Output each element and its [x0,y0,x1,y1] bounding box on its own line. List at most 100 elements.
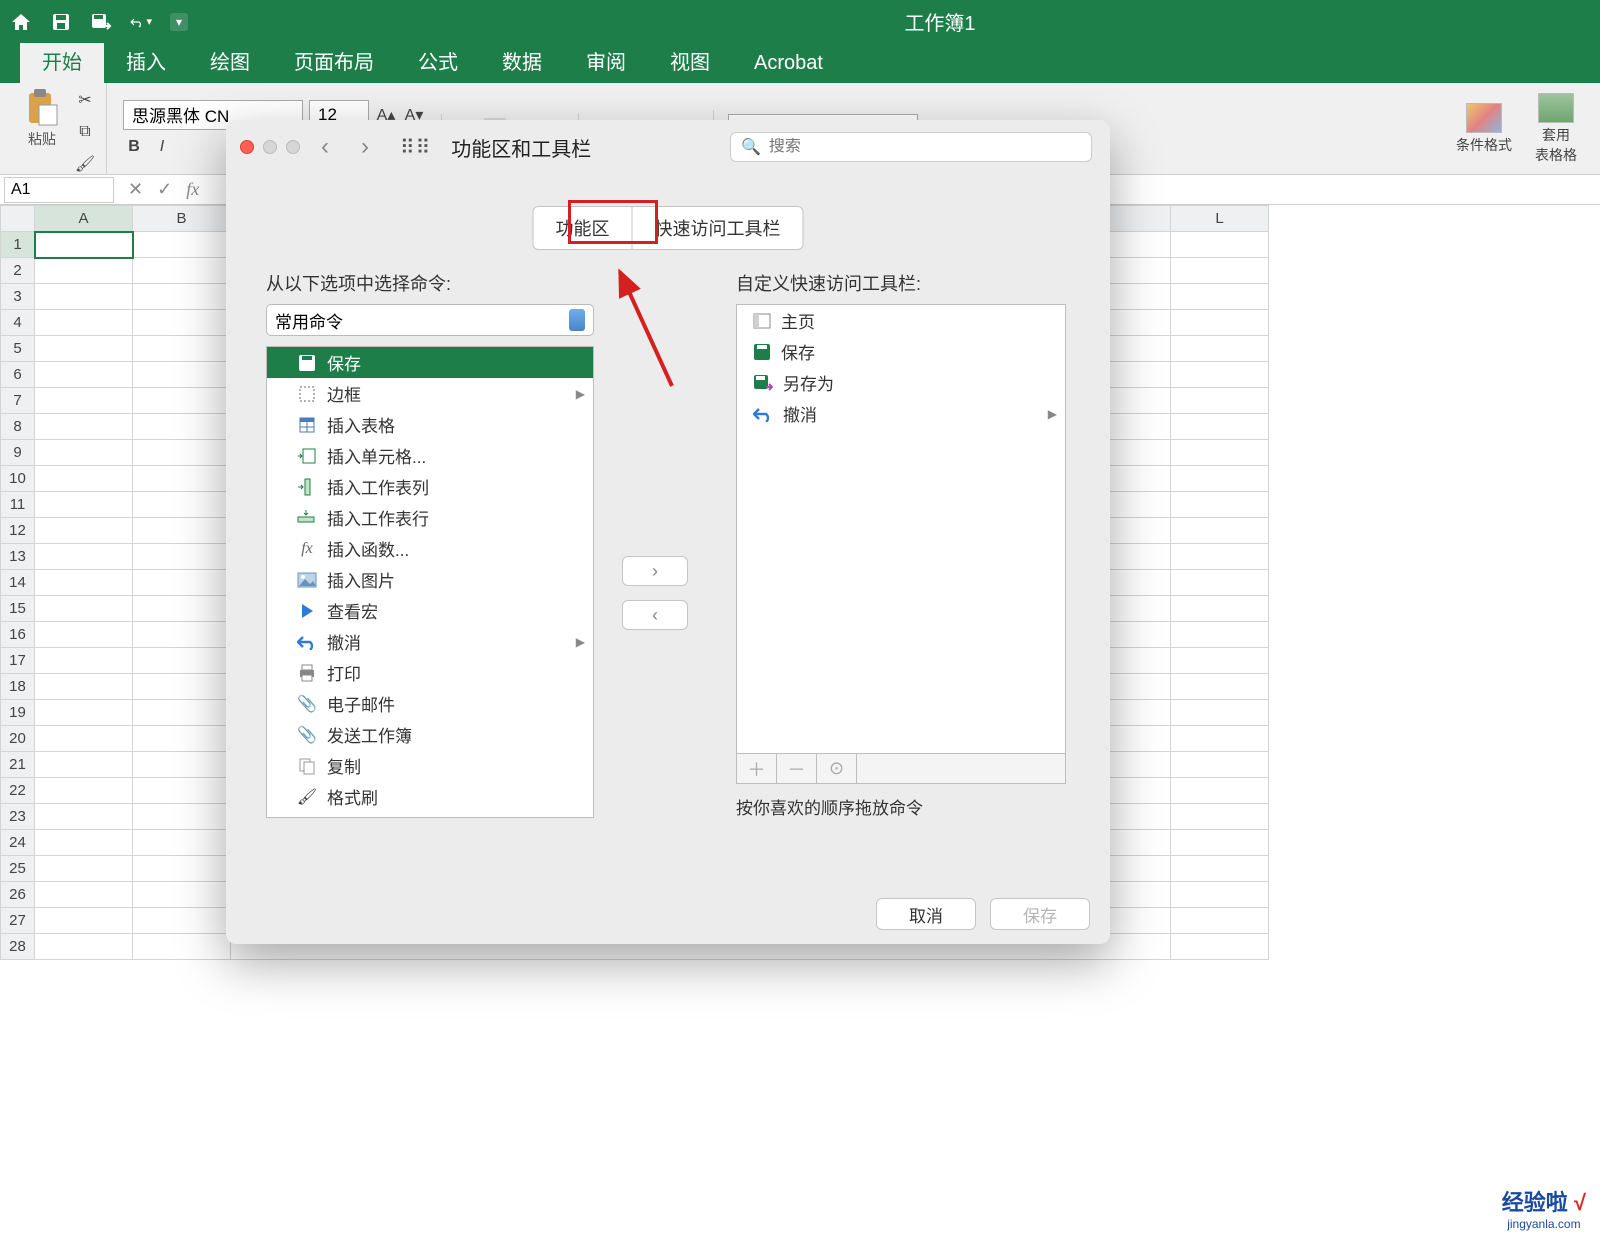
cell[interactable] [133,934,231,960]
command-item[interactable]: fx插入函数... [267,533,593,564]
cell[interactable] [133,440,231,466]
cell[interactable] [35,362,133,388]
row-header[interactable]: 15 [1,596,35,622]
row-header[interactable]: 5 [1,336,35,362]
cell[interactable] [35,830,133,856]
command-item[interactable]: 保存 [267,347,593,378]
cell[interactable] [35,518,133,544]
name-box[interactable] [4,177,114,203]
cell[interactable] [133,804,231,830]
search-input[interactable] [769,138,1081,156]
cell[interactable] [133,388,231,414]
cell[interactable] [133,570,231,596]
add-item-button[interactable]: ＋ [737,754,777,783]
column-header[interactable]: A [35,206,133,232]
cell[interactable] [1171,388,1269,414]
cell[interactable] [35,752,133,778]
fx-icon[interactable]: fx [186,179,199,200]
cell[interactable] [133,492,231,518]
row-header[interactable]: 10 [1,466,35,492]
cell[interactable] [133,232,231,258]
cell[interactable] [1171,726,1269,752]
cell[interactable] [133,596,231,622]
tab-draw[interactable]: 绘图 [188,38,272,83]
cell[interactable] [35,310,133,336]
cell[interactable] [1171,778,1269,804]
seg-ribbon[interactable]: 功能区 [534,207,633,249]
row-header[interactable]: 23 [1,804,35,830]
saveas-icon[interactable] [90,11,112,33]
cell[interactable] [1171,674,1269,700]
cell[interactable] [133,674,231,700]
cell[interactable] [1171,492,1269,518]
cell[interactable] [1171,518,1269,544]
command-item[interactable]: 插入工作表列 [267,471,593,502]
tab-home[interactable]: 开始 [20,38,104,83]
tab-acrobat[interactable]: Acrobat [732,44,845,83]
command-item[interactable]: 📎发送工作簿 [267,719,593,750]
row-header[interactable]: 12 [1,518,35,544]
close-icon[interactable] [240,140,254,154]
cell[interactable] [35,466,133,492]
cell[interactable] [133,336,231,362]
cell[interactable] [1171,648,1269,674]
row-header[interactable]: 7 [1,388,35,414]
cell[interactable] [1171,232,1269,258]
commands-category-select[interactable]: 常用命令 [266,304,594,336]
row-header[interactable]: 24 [1,830,35,856]
cell[interactable] [1171,804,1269,830]
cell[interactable] [133,518,231,544]
row-header[interactable]: 27 [1,908,35,934]
row-header[interactable]: 2 [1,258,35,284]
row-header[interactable]: 21 [1,752,35,778]
cell[interactable] [35,726,133,752]
cell[interactable] [1171,934,1269,960]
qat-item[interactable]: 主页 [737,305,1065,336]
cell[interactable] [35,648,133,674]
cancel-button[interactable]: 取消 [876,898,976,930]
commands-listbox[interactable]: 保存边框▶插入表格插入单元格...插入工作表列插入工作表行fx插入函数...插入… [266,346,594,818]
row-header[interactable]: 20 [1,726,35,752]
cell[interactable] [1171,856,1269,882]
save-button[interactable]: 保存 [990,898,1090,930]
cell[interactable] [35,882,133,908]
remove-command-button[interactable]: ‹ [622,600,688,630]
tab-data[interactable]: 数据 [480,38,564,83]
customize-qat-icon[interactable]: ▾ [170,13,188,31]
bold-icon[interactable]: B [123,136,145,158]
italic-icon[interactable]: I [151,136,173,158]
save-icon[interactable] [50,11,72,33]
command-item[interactable]: 查看宏 [267,595,593,626]
cell[interactable] [1171,414,1269,440]
home-icon[interactable] [10,11,32,33]
row-header[interactable]: 1 [1,232,35,258]
row-header[interactable]: 16 [1,622,35,648]
cell[interactable] [1171,440,1269,466]
cell[interactable] [133,466,231,492]
cell[interactable] [1171,570,1269,596]
cell[interactable] [133,622,231,648]
cell[interactable] [133,830,231,856]
cell[interactable] [1171,258,1269,284]
command-item[interactable]: 撤消▶ [267,626,593,657]
cell[interactable] [35,544,133,570]
cut-icon[interactable]: ✂ [74,89,96,111]
tab-view[interactable]: 视图 [648,38,732,83]
zoom-icon[interactable] [286,140,300,154]
cell[interactable] [133,362,231,388]
row-header[interactable]: 8 [1,414,35,440]
cell[interactable] [35,674,133,700]
command-item[interactable]: 复制 [267,750,593,781]
cell[interactable] [35,440,133,466]
cell[interactable] [1171,310,1269,336]
cell[interactable] [133,856,231,882]
tab-formulas[interactable]: 公式 [396,38,480,83]
cell[interactable] [1171,622,1269,648]
row-header[interactable]: 6 [1,362,35,388]
cell[interactable] [133,700,231,726]
cell[interactable] [35,700,133,726]
paste-icon[interactable] [22,87,62,127]
qat-item[interactable]: 另存为 [737,367,1065,398]
cell[interactable] [35,596,133,622]
qat-item[interactable]: 撤消▶ [737,398,1065,429]
